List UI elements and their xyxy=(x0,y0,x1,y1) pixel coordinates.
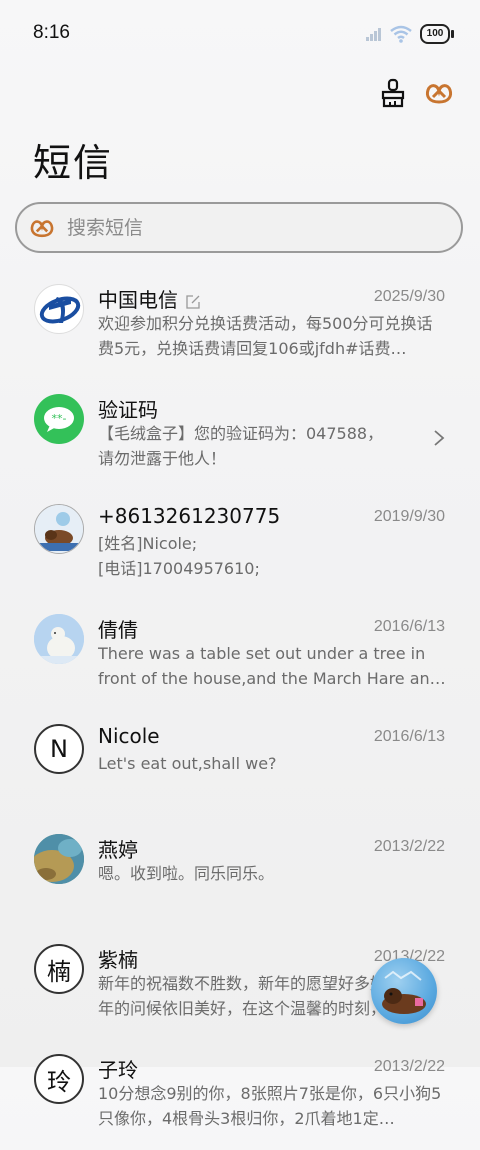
contact-name: 验证码 xyxy=(98,398,158,422)
edit-note-icon xyxy=(186,294,201,309)
message-preview: 嗯。收到啦。同乐同乐。 xyxy=(98,864,275,883)
contact-name: 燕婷 xyxy=(98,838,138,862)
telecom-logo-avatar xyxy=(34,284,84,334)
message-row-nicole[interactable]: N Nicole 2016/6/13 Let's eat out,shall w… xyxy=(0,710,480,820)
pretzel-icon xyxy=(425,84,453,104)
pretzel-search-icon xyxy=(30,219,54,237)
contact-name: 中国电信 xyxy=(98,284,201,313)
status-time: 8:16 xyxy=(33,22,70,43)
chevron-right-icon[interactable] xyxy=(433,428,445,448)
status-bar: 8:16 100 xyxy=(0,0,480,70)
polar-bear-avatar xyxy=(34,614,84,664)
battery-icon: 100 xyxy=(420,24,454,44)
page-title: 短信 xyxy=(33,141,114,185)
sms-bubble-avatar: **- xyxy=(34,394,84,444)
letter-avatar: 楠 xyxy=(34,944,84,994)
top-actions xyxy=(378,78,454,108)
contact-name: 倩倩 xyxy=(98,618,138,642)
message-date: 2016/6/13 xyxy=(373,728,445,745)
message-row-verification[interactable]: **- 验证码 【毛绒盒子】您的验证码为：047588， 请勿泄露于他人！ xyxy=(0,380,480,490)
clean-brush-button[interactable] xyxy=(378,78,408,108)
message-preview: 10分想念9别的你，8张照片7张是你，6只小狗5只像你，4根骨头3根归你，2爪着… xyxy=(98,1084,442,1128)
message-preview: [姓名]Nicole; [电话]17004957610; xyxy=(98,534,260,578)
message-date: 2016/6/13 xyxy=(373,618,445,635)
message-preview: 欢迎参加积分兑换话费活动，每500分可兑换话费5元，兑换话费请回复106或jfd… xyxy=(98,314,433,358)
letter-avatar: N xyxy=(34,724,84,774)
dog-photo-avatar xyxy=(34,504,84,554)
message-date: 2013/2/22 xyxy=(373,838,445,855)
message-date: 2013/2/22 xyxy=(373,1058,445,1075)
more-options-button[interactable] xyxy=(424,78,454,108)
message-row-qianqian[interactable]: 倩倩 2016/6/13 There was a table set out u… xyxy=(0,600,480,710)
search-input[interactable] xyxy=(65,215,429,240)
contact-name: Nicole xyxy=(98,724,160,748)
wifi-icon xyxy=(390,25,412,43)
floating-avatar-button[interactable] xyxy=(371,958,437,1024)
svg-text:**-: **- xyxy=(52,412,67,425)
message-row-yanting[interactable]: 燕婷 2013/2/22 嗯。收到啦。同乐同乐。 xyxy=(0,820,480,930)
message-row-telecom[interactable]: 中国电信 2025/9/30 欢迎参加积分兑换话费活动，每500分可兑换话费5元… xyxy=(0,270,480,380)
dog-fab-icon xyxy=(382,970,426,1014)
contact-name-text: 中国电信 xyxy=(98,288,178,312)
message-date: 2025/9/30 xyxy=(373,288,445,305)
message-preview: 【毛绒盒子】您的验证码为：047588， 请勿泄露于他人！ xyxy=(98,424,384,468)
message-row-ziling[interactable]: 玲 子玲 2013/2/22 10分想念9别的你，8张照片7张是你，6只小狗5只… xyxy=(0,1040,480,1150)
message-preview: Let's eat out,shall we? xyxy=(98,754,277,773)
status-icons: 100 xyxy=(366,22,454,46)
signal-icon xyxy=(366,28,381,41)
brush-icon xyxy=(381,78,405,108)
search-bar[interactable] xyxy=(15,202,463,253)
contact-name: +8613261230775 xyxy=(98,504,281,528)
letter-avatar: 玲 xyxy=(34,1054,84,1104)
message-date: 2019/9/30 xyxy=(373,508,445,525)
contact-name: 子玲 xyxy=(98,1058,138,1082)
landscape-avatar xyxy=(34,834,84,884)
contact-name: 紫楠 xyxy=(98,948,138,972)
message-preview: There was a table set out under a tree i… xyxy=(98,644,446,688)
message-row-phone[interactable]: +8613261230775 2019/9/30 [姓名]Nicole; [电话… xyxy=(0,490,480,600)
